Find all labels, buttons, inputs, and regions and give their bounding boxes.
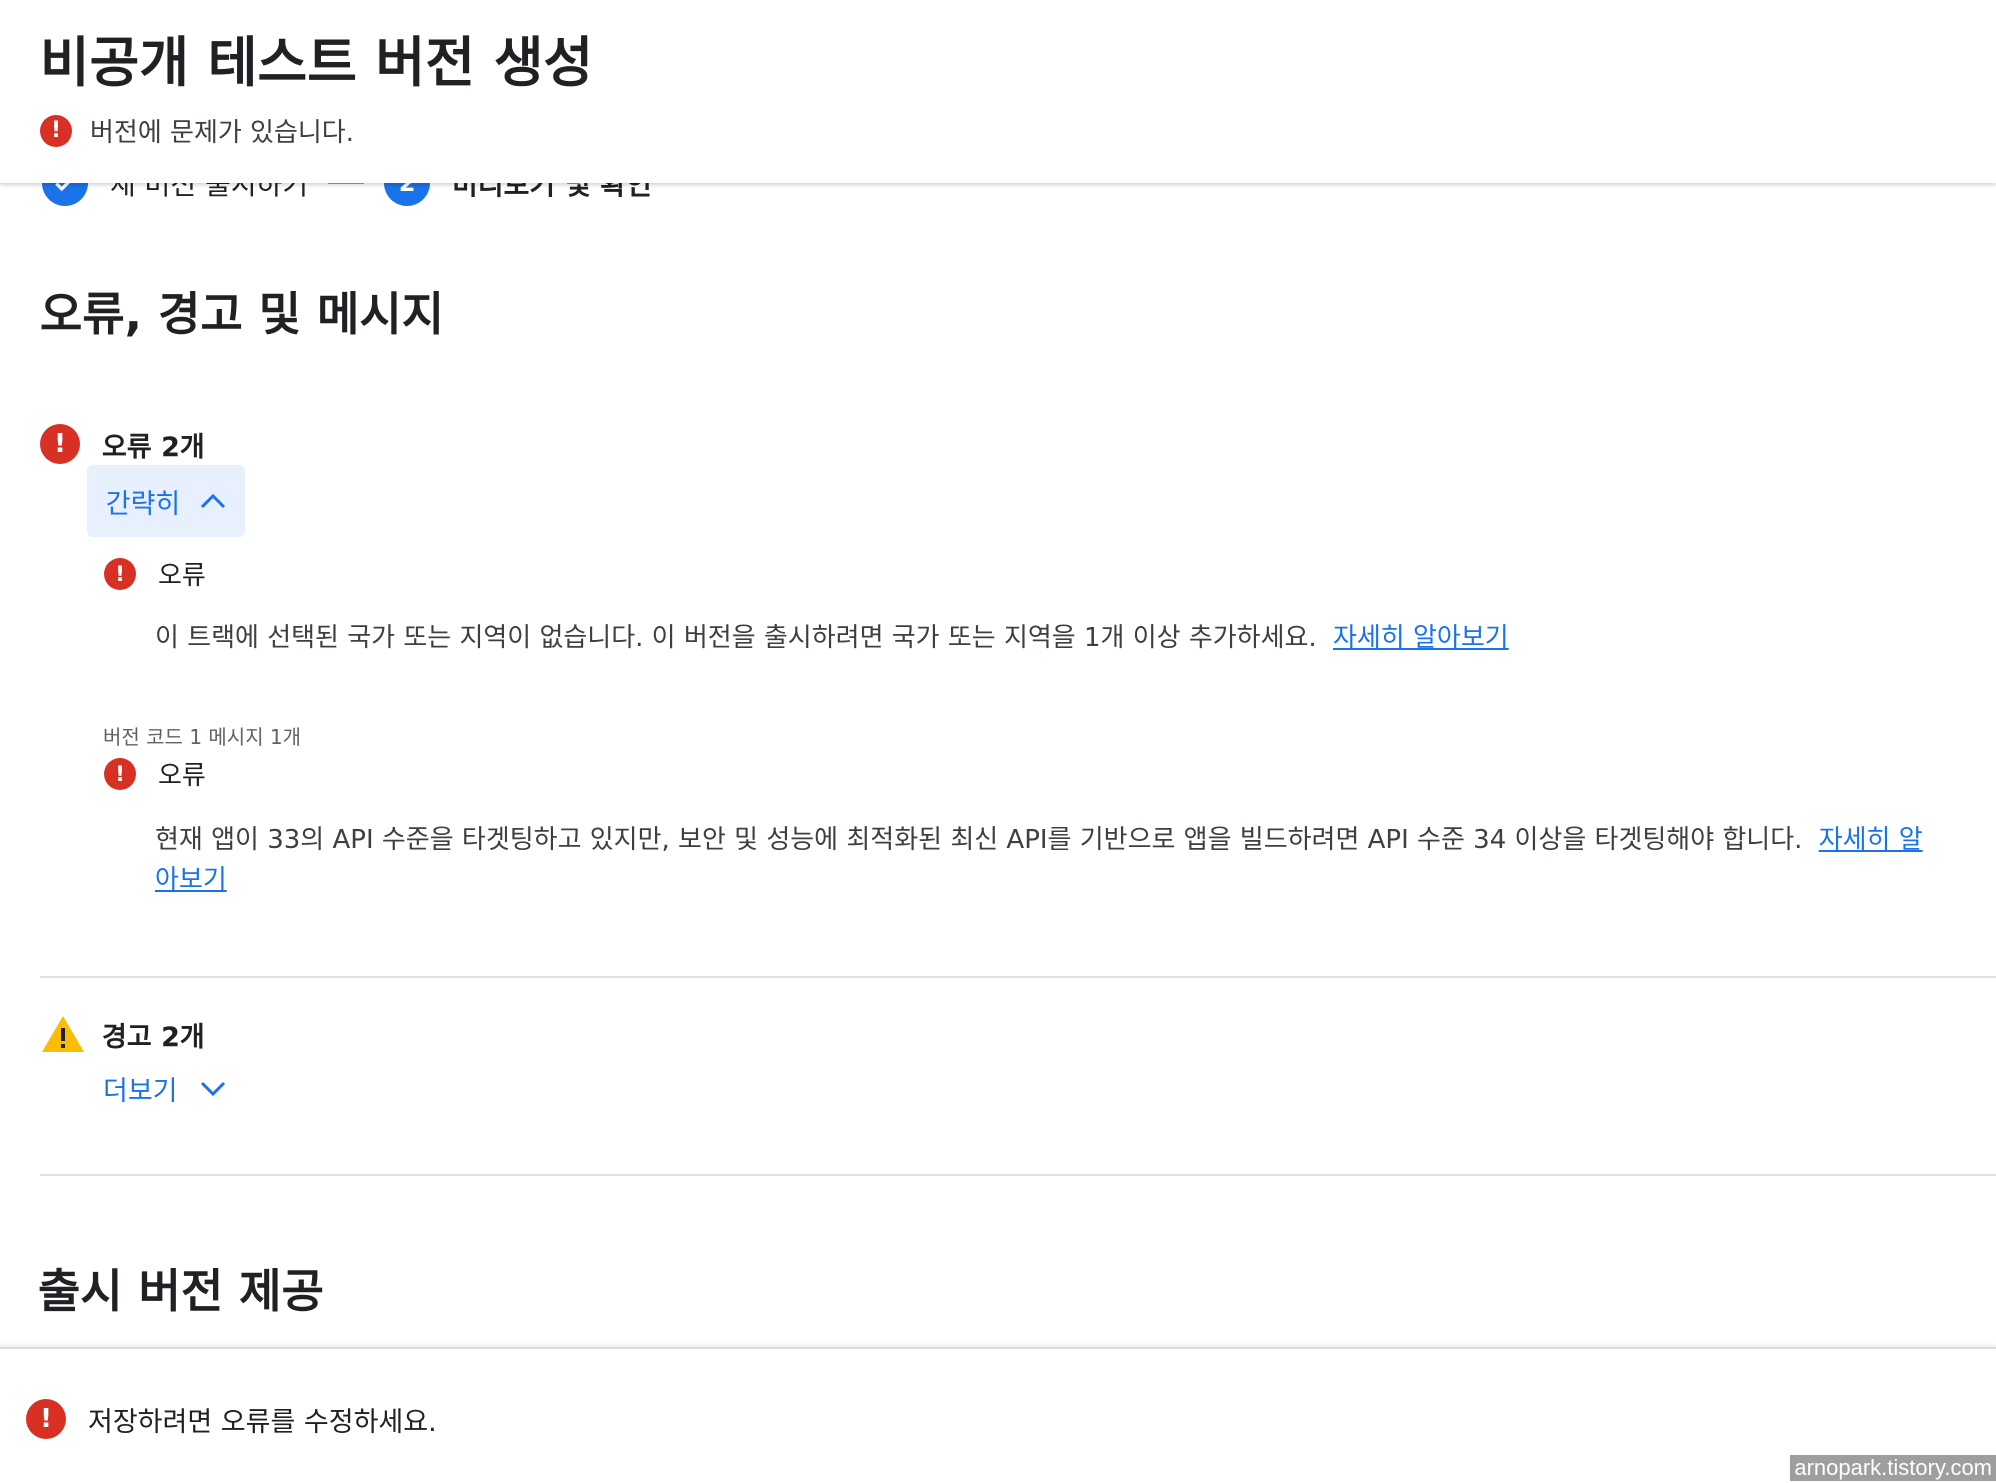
warnings-count-title: 경고 2개 bbox=[102, 1021, 205, 1053]
divider bbox=[40, 976, 1996, 978]
version-code-header: 버전 코드 1 메시지 1개 bbox=[103, 725, 302, 749]
show-more-warnings-button[interactable]: 더보기 bbox=[103, 1069, 226, 1108]
error-item-message: 현재 앱이 33의 API 수준을 타겟팅하고 있지만, 보안 및 성능에 최적… bbox=[155, 820, 1945, 900]
header-error-banner: ! 버전에 문제가 있습니다. bbox=[40, 112, 354, 149]
release-section-title: 출시 버전 제공 bbox=[38, 1264, 324, 1318]
header-error-text: 버전에 문제가 있습니다. bbox=[90, 118, 354, 148]
footer-error-text: 저장하려면 오류를 수정하세요. bbox=[88, 1406, 437, 1438]
chevron-down-icon bbox=[200, 1081, 225, 1096]
error-item-label: 오류 bbox=[158, 561, 206, 591]
error-icon: ! bbox=[40, 114, 72, 147]
chevron-up-icon bbox=[201, 493, 226, 509]
footer-bar: ! 저장하려면 오류를 수정하세요. bbox=[0, 1347, 1996, 1483]
errors-group-header: ! 오류 2개 bbox=[40, 424, 205, 464]
collapse-label: 간략히 bbox=[105, 488, 181, 520]
error-item-header: ! 오류 bbox=[104, 555, 206, 592]
watermark: arnopark.tistory.com bbox=[1790, 1455, 1996, 1481]
error-item-label: 오류 bbox=[158, 761, 206, 791]
error-icon: ! bbox=[104, 557, 136, 590]
error-item-message: 이 트랙에 선택된 국가 또는 지역이 없습니다. 이 버전을 출시하려면 국가… bbox=[155, 618, 1955, 658]
error-item-header: ! 오류 bbox=[104, 755, 206, 792]
error-message-text: 이 트랙에 선택된 국가 또는 지역이 없습니다. 이 버전을 출시하려면 국가… bbox=[155, 623, 1317, 653]
divider bbox=[40, 1174, 1996, 1176]
section-title: 오류, 경고 및 메시지 bbox=[40, 287, 445, 341]
error-icon: ! bbox=[104, 757, 136, 790]
warning-icon bbox=[40, 1014, 86, 1054]
error-icon: ! bbox=[26, 1399, 66, 1439]
page-header: 비공개 테스트 버전 생성 ! 버전에 문제가 있습니다. bbox=[0, 0, 1996, 183]
footer-error: ! 저장하려면 오류를 수정하세요. bbox=[26, 1399, 437, 1439]
collapse-errors-button[interactable]: 간략히 bbox=[87, 465, 245, 537]
learn-more-link[interactable]: 자세히 알아보기 bbox=[1333, 623, 1509, 653]
error-icon: ! bbox=[40, 424, 80, 464]
errors-count-title: 오류 2개 bbox=[102, 431, 205, 463]
page-title: 비공개 테스트 버전 생성 bbox=[40, 31, 594, 94]
warnings-group-header: 경고 2개 bbox=[40, 1014, 205, 1054]
more-label: 더보기 bbox=[103, 1076, 178, 1107]
error-message-text: 현재 앱이 33의 API 수준을 타겟팅하고 있지만, 보안 및 성능에 최적… bbox=[155, 825, 1803, 855]
